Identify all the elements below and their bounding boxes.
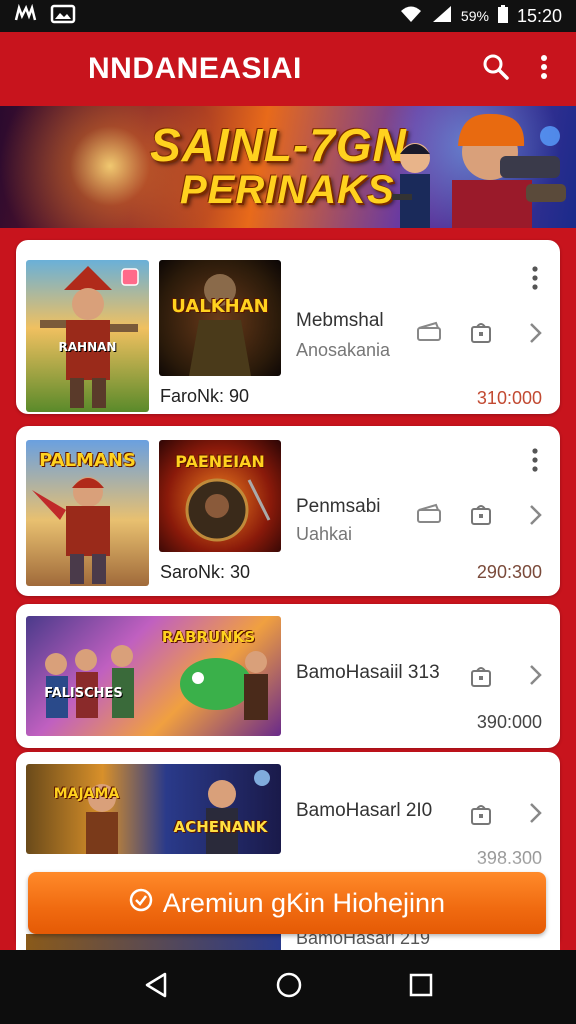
chevron-right-icon[interactable] [528,504,542,531]
signal-icon [431,4,453,29]
thumbnail-label: ACHENANK [173,818,268,836]
chevron-right-icon[interactable] [528,802,542,829]
app-notification-icon [14,3,38,29]
battery-icon [497,4,509,29]
list-item[interactable]: RABRUNKS FALISCHES BamoHasaiil 313 390:0… [16,604,560,748]
list-item[interactable]: PALMANS PAENEIAN SaroNk: 30 Penmsabi Uah… [16,426,560,596]
thumbnail-sublabel: FALISCHES [44,686,123,701]
character-art [189,274,251,376]
thumbnail-label: PAENEIAN [175,452,265,471]
home-icon[interactable] [275,971,303,1004]
item-name: Penmsabi [296,496,381,517]
search-icon[interactable] [482,53,510,86]
thumbnail-label: PALMANS [39,450,136,471]
badge-icon [121,268,139,291]
kebab-menu-icon[interactable] [531,266,539,297]
game-thumbnail[interactable]: PALMANS [26,440,149,586]
chevron-right-icon[interactable] [528,322,542,349]
game-thumbnail [26,934,281,950]
thumbnail-label: RAHNAN [58,340,117,354]
game-thumbnail[interactable]: RABRUNKS FALISCHES [26,616,281,736]
app-title: NNDANEASIAI [88,52,302,85]
battery-percent: 59% [460,8,489,24]
app-bar: NNDANEASIAI [0,32,576,106]
product-list: RAHNAN UALKHAN FaroNk: 90 Mebmshal Anosa… [0,228,576,950]
wifi-icon [399,4,423,29]
item-subtitle: Uahkai [296,524,353,544]
game-thumbnail[interactable]: RAHNAN [26,260,149,412]
thumbnail-label: MAJAMA [53,786,120,802]
item-price: 290:300 [476,562,542,582]
item-caption: SaroNk: 30 [160,562,251,582]
item-name: BamoHasaiil 313 [296,662,440,683]
banner-title-line1: SAINL-7GN [150,119,407,171]
item-name: BamoHasarl 2I0 [296,800,433,821]
wallet-icon[interactable] [416,320,442,347]
clock: 15:20 [516,5,562,26]
chevron-right-icon[interactable] [528,664,542,691]
back-icon[interactable] [143,971,169,1004]
status-bar: 59% 15:20 [0,0,576,32]
list-item-partial[interactable]: BamoHasarl 219 [16,934,560,950]
bag-icon[interactable] [470,502,492,531]
character-art [86,770,270,854]
list-item[interactable]: RAHNAN UALKHAN FaroNk: 90 Mebmshal Anosa… [16,240,560,414]
bag-icon[interactable] [470,320,492,349]
game-thumbnail[interactable]: MAJAMA ACHENANK [26,764,281,854]
primary-cta-button[interactable]: Aremiun gKin Hiohejinn [28,872,546,934]
cta-label: Aremiun gKin Hiohejinn [162,887,446,918]
kebab-menu-icon[interactable] [531,448,539,479]
game-thumbnail[interactable]: PAENEIAN [159,440,281,552]
check-circle-icon [129,888,153,919]
item-price: 310:000 [476,388,542,408]
game-thumbnail[interactable]: UALKHAN [159,260,281,376]
bag-icon[interactable] [470,664,492,693]
banner-character-2 [452,113,566,228]
bag-icon[interactable] [470,802,492,831]
system-nav-bar [0,950,576,1024]
item-name: BamoHasarl 219 [296,934,431,948]
item-caption: FaroNk: 90 [160,386,250,406]
wallet-icon[interactable] [416,502,442,529]
item-price: 390:000 [476,712,542,732]
recents-icon[interactable] [409,973,433,1002]
kebab-menu-icon[interactable] [540,54,548,85]
banner-title-line2: PERINAKS [180,168,395,212]
promo-banner[interactable]: SAINL-7GN PERINAKS [0,106,576,228]
item-subtitle: Anosakania [296,340,391,360]
thumbnail-label: UALKHAN [171,296,269,317]
image-notification-icon [50,4,76,29]
thumbnail-label: RABRUNKS [161,628,256,646]
item-name: Mebmshal [296,310,384,331]
